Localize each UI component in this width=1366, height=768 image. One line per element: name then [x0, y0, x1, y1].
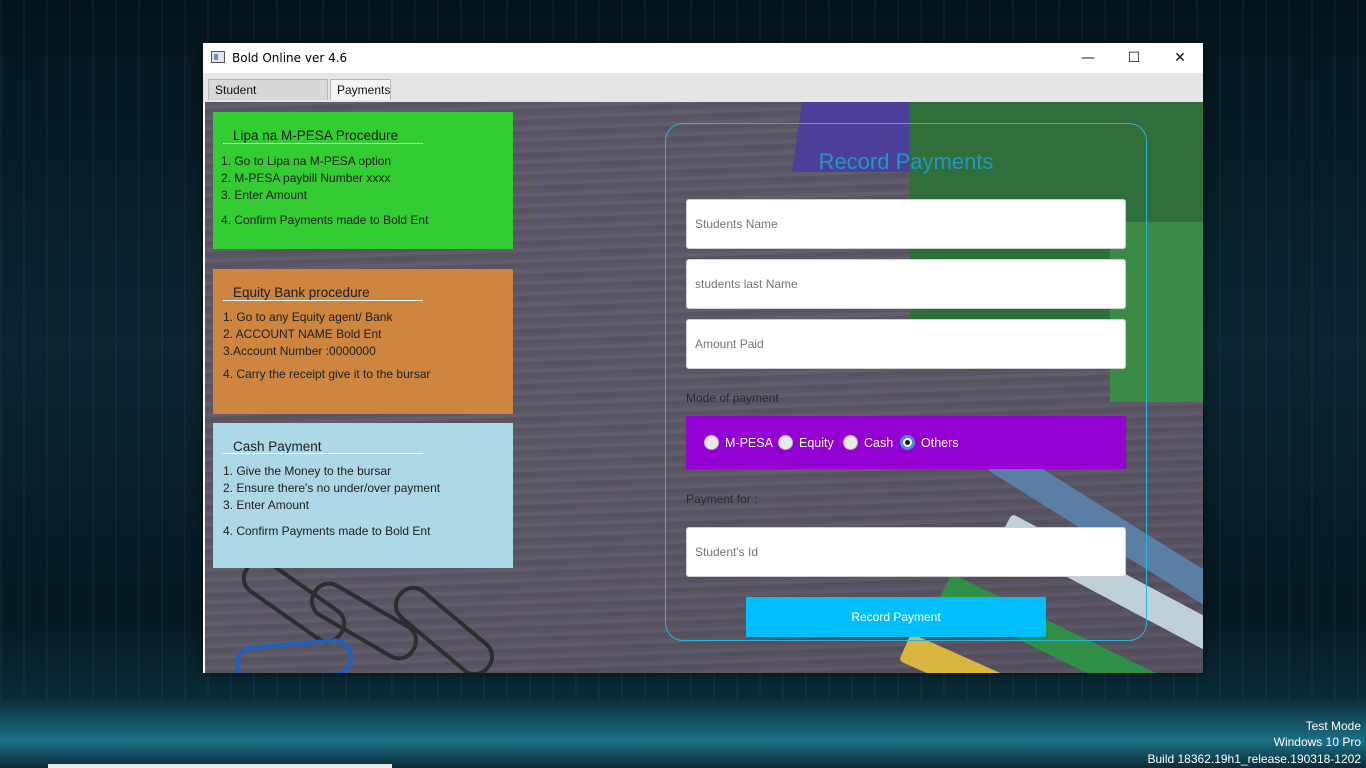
amount-paid-input[interactable] [686, 319, 1126, 369]
maximize-button[interactable]: ☐ [1111, 43, 1157, 73]
mode-of-payment-label: Mode of payment [686, 391, 779, 405]
app-window: Bold Online ver 4.6 — ☐ ✕ Student Regist… [203, 43, 1203, 673]
window-title: Bold Online ver 4.6 [232, 51, 348, 65]
procedure-step: 1. Go to any Equity agent/ Bank [223, 310, 393, 324]
radio-label: Cash [864, 435, 894, 450]
procedure-step: 2. Ensure there's no under/over payment [223, 481, 441, 495]
record-payment-button[interactable]: Record Payment [746, 597, 1046, 637]
card-title: Cash Payment [233, 439, 322, 454]
radio-circle[interactable] [843, 435, 858, 450]
app-icon [211, 51, 225, 63]
radio-circle[interactable] [778, 435, 793, 450]
radio-label: Equity [799, 435, 834, 450]
procedure-step: 4. Confirm Payments made to Bold Ent [223, 524, 431, 538]
procedure-step: 3.Account Number :0000000 [223, 344, 376, 358]
procedure-step: 4. Confirm Payments made to Bold Ent [221, 213, 429, 227]
procedure-step: 1. Go to Lipa na M-PESA option [221, 154, 392, 168]
radio-label: Others [921, 435, 959, 450]
radio-others[interactable]: Others [900, 416, 959, 469]
payment-mode-group: M-PESA Equity Cash Others [686, 416, 1126, 469]
procedure-step: 3. Enter Amount [221, 188, 308, 202]
procedure-step: 4. Carry the receipt give it to the burs… [223, 367, 431, 381]
title-underline [223, 143, 423, 144]
record-payments-form: Record Payments Mode of payment M-PESA E… [665, 123, 1147, 641]
build-watermark: Build 18362.19h1_release.190318-1202 [1147, 752, 1361, 766]
radio-circle[interactable] [704, 435, 719, 450]
radio-circle-selected[interactable] [900, 435, 915, 450]
close-button[interactable]: ✕ [1157, 43, 1203, 73]
radio-mpesa[interactable]: M-PESA [704, 416, 773, 469]
payment-for-label: Payment for : [686, 492, 758, 506]
tab-student-registration[interactable]: Student Registration [208, 79, 328, 118]
form-title: Record Payments [818, 149, 994, 174]
title-underline [223, 300, 423, 301]
procedure-step: 1. Give the Money to the bursar [223, 464, 392, 478]
cash-procedure-card: Cash Payment 1. Give the Money to the bu… [213, 423, 513, 568]
card-title: Lipa na M-PESA Procedure [233, 128, 399, 143]
procedure-step: 2. ACCOUNT NAME Bold Ent [223, 327, 382, 341]
radio-cash[interactable]: Cash [843, 416, 893, 469]
taskbar-edge [48, 764, 392, 768]
equity-procedure-card: Equity Bank procedure 1. Go to any Equit… [213, 269, 513, 414]
radio-label: M-PESA [725, 435, 773, 450]
background-decoration [233, 636, 355, 673]
students-last-name-input[interactable] [686, 259, 1126, 309]
procedure-step: 2. M-PESA paybill Number xxxx [221, 171, 391, 185]
payments-content: Lipa na M-PESA Procedure 1. Go to Lipa n… [205, 102, 1203, 673]
tab-bar: Student Registration Payments [203, 73, 1203, 118]
title-bar[interactable]: Bold Online ver 4.6 — ☐ ✕ [203, 43, 1203, 73]
os-edition-watermark: Windows 10 Pro [1273, 735, 1361, 749]
radio-equity[interactable]: Equity [778, 416, 834, 469]
tab-payments[interactable]: Payments [330, 79, 391, 100]
students-name-input[interactable] [686, 199, 1126, 249]
procedure-step: 3. Enter Amount [223, 498, 310, 512]
title-underline [223, 453, 423, 454]
card-title: Equity Bank procedure [233, 285, 370, 300]
test-mode-watermark: Test Mode [1305, 719, 1361, 733]
minimize-button[interactable]: — [1065, 43, 1111, 73]
mpesa-procedure-card: Lipa na M-PESA Procedure 1. Go to Lipa n… [213, 112, 513, 249]
student-id-input[interactable] [686, 527, 1126, 577]
